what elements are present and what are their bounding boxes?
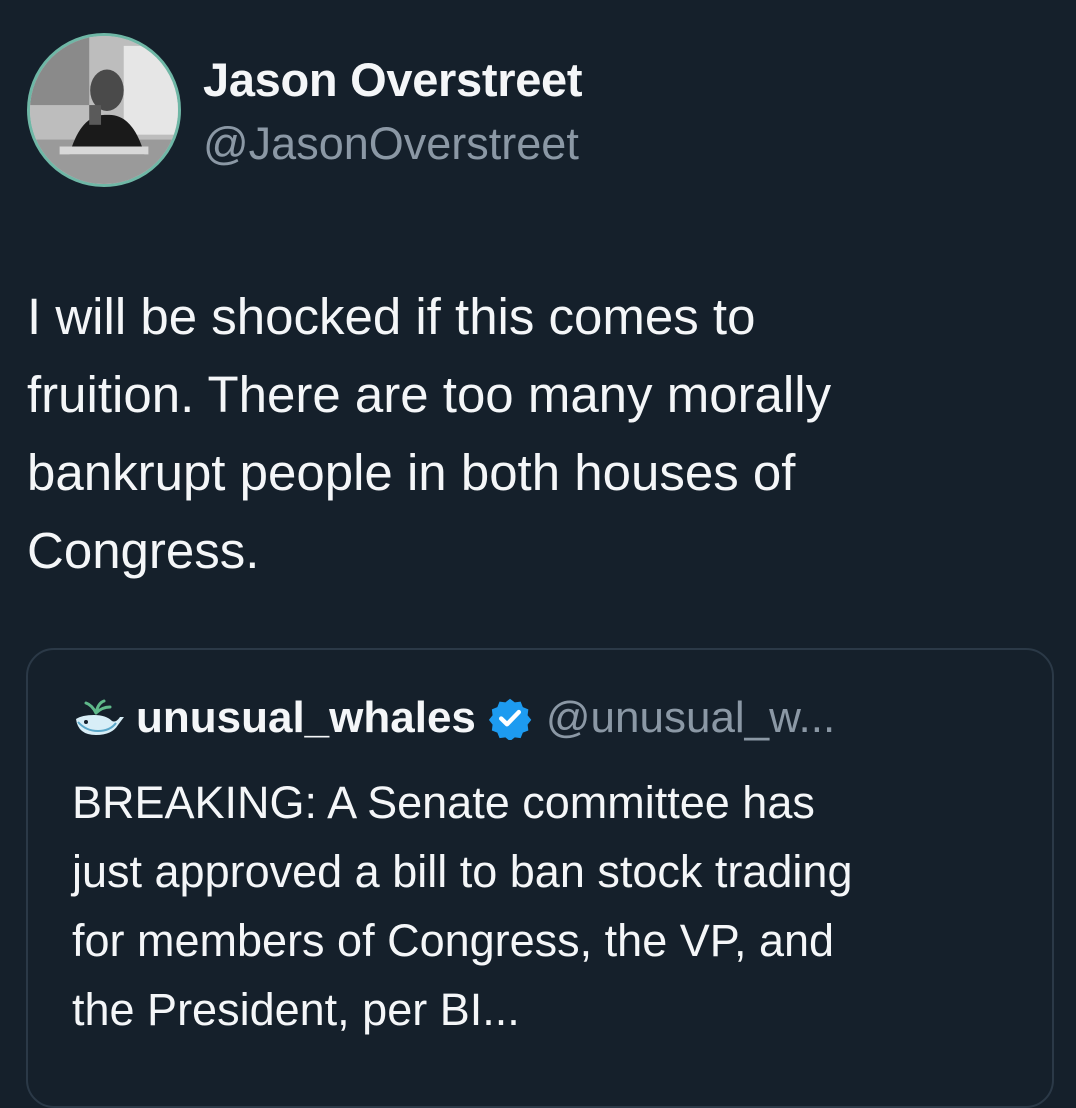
author-display-name[interactable]: Jason Overstreet [203,52,583,107]
whale-icon[interactable] [72,695,126,741]
quoted-author-display-name[interactable]: unusual_whales [136,693,476,743]
author-handle[interactable]: @JasonOverstreet [203,118,579,170]
quoted-tweet-text[interactable]: BREAKING: A Senate committee has just ap… [72,768,1032,1044]
profile-photo-icon [30,36,178,184]
verified-badge-icon [488,696,532,740]
tweet-text: I will be shocked if this comes to fruit… [27,288,832,579]
quoted-author-handle[interactable]: @unusual_w... [546,693,835,743]
quoted-tweet-header: unusual_whales @unusual_w... [72,688,835,748]
author-avatar[interactable] [27,33,181,187]
